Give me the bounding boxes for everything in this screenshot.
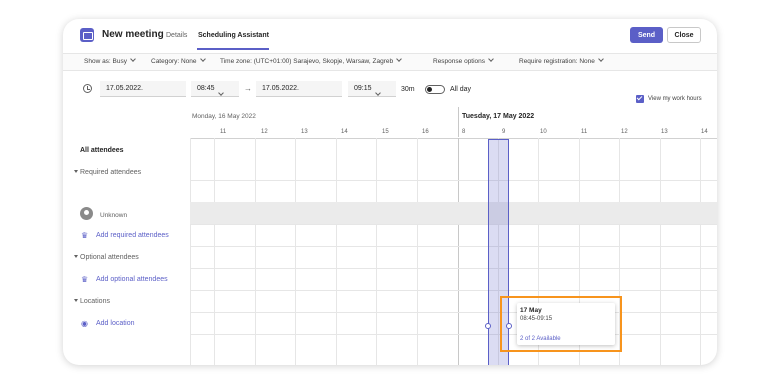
day-divider bbox=[458, 107, 459, 137]
add-required-attendees-link[interactable]: Add required attendees bbox=[96, 232, 169, 239]
chevron-down-icon bbox=[130, 56, 136, 62]
time-zone-dropdown[interactable]: Time zone: (UTC+01:00) Sarajevo, Skopje,… bbox=[220, 56, 402, 65]
row-divider bbox=[190, 268, 717, 269]
calendar-icon bbox=[80, 28, 94, 42]
locations-label: Locations bbox=[80, 298, 110, 305]
end-time-value: 09:15 bbox=[354, 85, 372, 92]
day-label-monday: Monday, 16 May 2022 bbox=[192, 113, 256, 120]
hour-label: 13 bbox=[661, 129, 668, 135]
caret-down-icon bbox=[74, 255, 78, 258]
required-attendees-label: Required attendees bbox=[80, 169, 142, 176]
hour-label: 9 bbox=[502, 129, 506, 135]
attendee-busy-row bbox=[190, 202, 717, 224]
hour-label: 14 bbox=[701, 129, 708, 135]
add-optional-attendees-link[interactable]: Add optional attendees bbox=[96, 276, 168, 283]
options-bar: Show as: Busy Category: None Time zone: … bbox=[63, 53, 717, 71]
hour-label: 11 bbox=[581, 129, 588, 135]
grid-line bbox=[376, 138, 377, 365]
response-options-label: Response options bbox=[433, 58, 486, 65]
row-divider bbox=[190, 224, 717, 225]
show-as-dropdown[interactable]: Show as: Busy bbox=[84, 56, 136, 65]
category-label: Category: None bbox=[151, 58, 197, 65]
day-divider bbox=[458, 138, 459, 365]
day-label-tuesday: Tuesday, 17 May 2022 bbox=[462, 113, 535, 120]
location-pin-icon: ◉ bbox=[81, 319, 88, 328]
add-location-link[interactable]: Add location bbox=[96, 320, 135, 327]
grid-line bbox=[700, 138, 701, 365]
chevron-down-icon bbox=[396, 56, 402, 62]
all-day-label: All day bbox=[450, 86, 472, 93]
drag-handle-left[interactable] bbox=[485, 323, 491, 329]
all-day-toggle[interactable] bbox=[425, 85, 445, 94]
hour-label: 16 bbox=[422, 129, 429, 135]
locations-toggle[interactable]: Locations bbox=[74, 298, 110, 305]
start-date-field[interactable]: 17.05.2022. bbox=[100, 81, 186, 97]
optional-attendees-label: Optional attendees bbox=[80, 254, 139, 261]
end-date-field[interactable]: 17.05.2022. bbox=[256, 81, 342, 97]
row-divider bbox=[190, 290, 717, 291]
end-time-field[interactable]: 09:15 bbox=[348, 81, 396, 97]
work-hours-checkbox[interactable]: View my work hours bbox=[636, 95, 702, 103]
attendee-name: Unknown bbox=[100, 212, 128, 219]
start-time-field[interactable]: 08:45 bbox=[191, 81, 239, 97]
highlight-box bbox=[500, 296, 622, 352]
row-divider bbox=[190, 246, 717, 247]
schedule-grid[interactable]: Monday, 16 May 2022 Tuesday, 17 May 2022… bbox=[190, 107, 717, 365]
clock-icon bbox=[83, 84, 92, 93]
required-attendees-toggle[interactable]: Required attendees bbox=[74, 169, 141, 176]
hour-label: 10 bbox=[540, 129, 547, 135]
hour-label: 12 bbox=[621, 129, 628, 135]
arrow-right-icon: → bbox=[244, 84, 252, 93]
time-row: 17.05.2022. 08:45 → 17.05.2022. 09:15 30… bbox=[63, 77, 717, 101]
row-divider bbox=[190, 334, 717, 335]
grid-line bbox=[214, 138, 215, 365]
all-attendees-heading: All attendees bbox=[80, 147, 124, 154]
send-button[interactable]: Send bbox=[630, 27, 663, 43]
caret-down-icon bbox=[74, 299, 78, 302]
registration-label: Require registration: None bbox=[519, 58, 595, 65]
chevron-down-icon bbox=[218, 90, 224, 96]
tab-scheduling-assistant[interactable]: Scheduling Assistant bbox=[198, 32, 269, 39]
response-options-dropdown[interactable]: Response options bbox=[433, 56, 494, 65]
hour-label: 15 bbox=[382, 129, 389, 135]
grid-line bbox=[295, 138, 296, 365]
page-title: New meeting bbox=[102, 29, 164, 40]
time-zone-label: Time zone: (UTC+01:00) Sarajevo, Skopje,… bbox=[220, 58, 394, 65]
grid-line bbox=[660, 138, 661, 365]
grid-line bbox=[190, 138, 191, 365]
close-button[interactable]: Close bbox=[667, 27, 701, 43]
hour-label: 13 bbox=[301, 129, 308, 135]
add-person-icon: ♛ bbox=[81, 275, 89, 284]
active-tab-indicator bbox=[197, 48, 269, 50]
hour-label: 12 bbox=[261, 129, 268, 135]
tab-details[interactable]: Details bbox=[166, 32, 187, 39]
checkbox-checked-icon bbox=[636, 95, 644, 103]
row-divider bbox=[190, 312, 717, 313]
hour-label: 11 bbox=[220, 129, 227, 135]
chevron-down-icon bbox=[598, 56, 604, 62]
grid-line bbox=[417, 138, 418, 365]
header-divider bbox=[190, 138, 717, 139]
add-person-icon: ♛ bbox=[81, 231, 89, 240]
category-dropdown[interactable]: Category: None bbox=[151, 56, 206, 65]
work-hours-label: View my work hours bbox=[648, 96, 702, 102]
chevron-down-icon bbox=[375, 90, 381, 96]
title-bar: New meeting Details Scheduling Assistant… bbox=[63, 19, 717, 50]
row-divider bbox=[190, 180, 717, 181]
hour-label: 8 bbox=[462, 129, 466, 135]
show-as-label: Show as: Busy bbox=[84, 58, 127, 65]
grid-line bbox=[336, 138, 337, 365]
duration-label: 30m bbox=[401, 86, 415, 93]
chevron-down-icon bbox=[199, 56, 206, 62]
avatar bbox=[80, 207, 93, 220]
registration-dropdown[interactable]: Require registration: None bbox=[519, 56, 604, 65]
caret-down-icon bbox=[74, 170, 78, 173]
start-time-value: 08:45 bbox=[197, 85, 215, 92]
hour-label: 14 bbox=[341, 129, 348, 135]
grid-line bbox=[255, 138, 256, 365]
optional-attendees-toggle[interactable]: Optional attendees bbox=[74, 254, 139, 261]
attendees-panel: All attendees Required attendees Unknown… bbox=[63, 137, 190, 365]
chevron-down-icon bbox=[488, 56, 494, 62]
